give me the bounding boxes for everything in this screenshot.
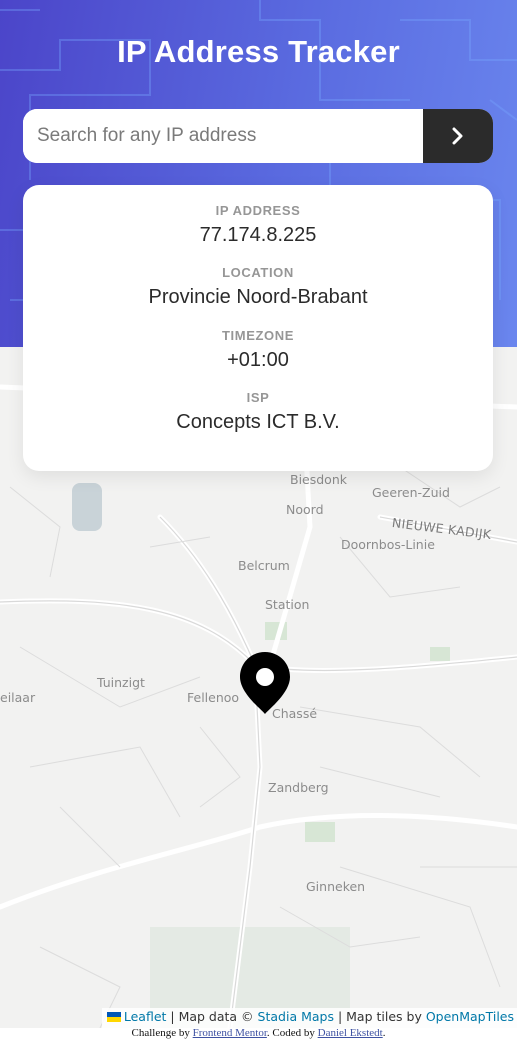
water-area — [72, 483, 102, 531]
location-value: Provincie Noord-Brabant — [148, 286, 368, 308]
openmaptiles-link[interactable]: OpenMapTiles — [426, 1009, 514, 1024]
isp-label: ISP — [246, 390, 270, 405]
location-label: LOCATION — [222, 265, 294, 280]
page-footer: Challenge by Frontend Mentor. Coded by D… — [0, 1027, 517, 1039]
map-label-eilaar: eilaar — [0, 690, 36, 705]
footer-suffix: . — [382, 1027, 386, 1039]
map-label-noord: Noord — [286, 502, 324, 517]
isp-block: ISP Concepts ICT B.V. — [23, 390, 493, 434]
search-bar — [23, 109, 493, 163]
stadia-maps-link[interactable]: Stadia Maps — [258, 1009, 334, 1024]
location-block: LOCATION Provincie Noord-Brabant — [23, 265, 493, 309]
map-label-doornbos-linie: Doornbos-Linie — [341, 537, 435, 552]
frontend-mentor-link[interactable]: Frontend Mentor — [193, 1027, 267, 1039]
map-label-zandberg: Zandberg — [268, 780, 329, 795]
author-link[interactable]: Daniel Ekstedt — [318, 1027, 383, 1039]
footer-prefix: Challenge by — [131, 1027, 193, 1039]
chevron-right-icon — [452, 127, 463, 145]
map-label-geeren-zuid: Geeren-Zuid — [372, 485, 450, 500]
attribution-sep-2: | Map tiles by — [333, 1009, 426, 1024]
isp-value: Concepts ICT B.V. — [176, 411, 340, 433]
map-attribution: Leaflet | Map data © Stadia Maps | Map t… — [101, 1008, 517, 1028]
ip-address-label: IP ADDRESS — [215, 203, 301, 218]
park-area — [430, 647, 450, 661]
ip-info-card: IP ADDRESS 77.174.8.225 LOCATION Provinc… — [23, 185, 493, 471]
map-label-biesdonk: Biesdonk — [290, 472, 347, 487]
location-pin-icon[interactable] — [239, 651, 291, 715]
footer-middle: . Coded by — [266, 1027, 318, 1039]
park-area — [305, 822, 335, 842]
map-label-belcrum: Belcrum — [238, 558, 290, 573]
leaflet-link[interactable]: Leaflet — [124, 1009, 167, 1024]
timezone-label: TIMEZONE — [222, 328, 294, 343]
search-input[interactable] — [23, 109, 423, 163]
ukraine-flag-icon — [106, 1012, 121, 1022]
attribution-sep-1: | Map data © — [166, 1009, 258, 1024]
map-label-fellenoord: Fellenoo — [187, 690, 240, 705]
map-label-ginneken: Ginneken — [306, 879, 366, 894]
map-label-tuinzigt: Tuinzigt — [97, 675, 145, 690]
map-label-station: Station — [265, 597, 310, 612]
ip-address-block: IP ADDRESS 77.174.8.225 — [23, 203, 493, 247]
timezone-value: +01:00 — [227, 349, 289, 371]
page-title: IP Address Tracker — [117, 34, 400, 69]
search-submit-button[interactable] — [423, 109, 493, 163]
timezone-block: TIMEZONE +01:00 — [23, 328, 493, 372]
ip-address-value: 77.174.8.225 — [199, 224, 317, 246]
